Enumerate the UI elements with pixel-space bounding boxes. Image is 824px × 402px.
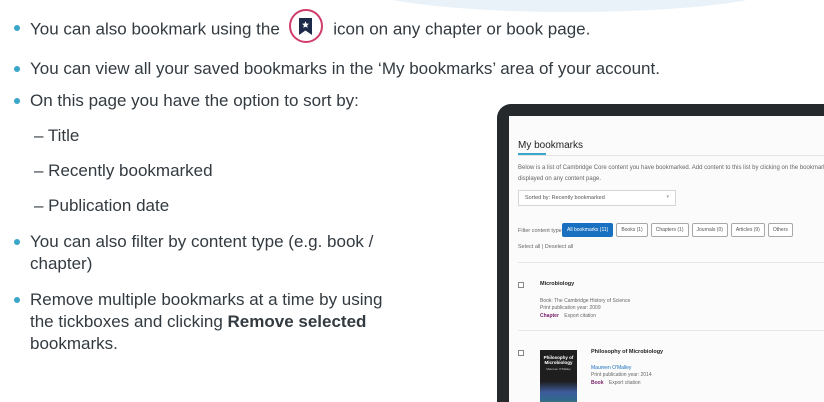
bullet-text: You can view all your saved bookmarks in… bbox=[30, 59, 660, 78]
page-description: Below is a list of Cambridge Core conten… bbox=[518, 165, 824, 182]
filter-chip-journals[interactable]: Journals (0) bbox=[691, 223, 728, 237]
filter-chip-books[interactable]: Books (1) bbox=[616, 223, 648, 237]
bullet-dot bbox=[14, 239, 20, 245]
title-divider bbox=[518, 155, 824, 156]
filter-text: You can also filter by content type (e.g… bbox=[30, 232, 374, 273]
sort-select[interactable]: Sorted by: Recently bookmarked ▾ bbox=[518, 190, 676, 206]
sort-intro: On this page you have the option to sort… bbox=[30, 91, 359, 110]
bullet-dot bbox=[14, 98, 20, 104]
bullet-dot bbox=[14, 297, 20, 303]
list-divider bbox=[518, 330, 824, 331]
item-meta: Chapter Export citation bbox=[540, 313, 596, 319]
bullet-bookmark-icon: You can also bookmark using the icon on … bbox=[14, 9, 591, 43]
bookmarks-screenshot: My bookmarks Below is a list of Cambridg… bbox=[509, 116, 824, 402]
item-book-line: Book: The Cambridge History of Science bbox=[540, 298, 631, 304]
item-year: Print publication year: 2014 bbox=[591, 372, 652, 378]
sort-option-date: – Publication date bbox=[34, 196, 170, 215]
instructions-column: On this page you have the option to sort… bbox=[14, 90, 394, 355]
export-citation-link[interactable]: Export citation bbox=[564, 313, 596, 319]
cover-title: Philosophy of Microbiology bbox=[543, 355, 574, 365]
page-title: My bookmarks bbox=[518, 140, 584, 151]
bullet-text-after: icon on any chapter or book page. bbox=[333, 19, 591, 39]
filter-chip-all[interactable]: All bookmarks (11) bbox=[562, 223, 614, 237]
remove-text-after: bookmarks. bbox=[30, 334, 118, 353]
item-author[interactable]: Maureen O'Malley bbox=[591, 365, 631, 372]
item-checkbox[interactable] bbox=[518, 282, 524, 288]
list-divider bbox=[518, 262, 824, 263]
export-citation-link[interactable]: Export citation bbox=[609, 380, 641, 386]
bullet-my-bookmarks: You can view all your saved bookmarks in… bbox=[14, 58, 660, 80]
sort-select-value: Sorted by: Recently bookmarked bbox=[525, 195, 605, 201]
item-year: Print publication year: 2009 bbox=[540, 305, 601, 311]
decorative-arc bbox=[360, 0, 780, 12]
filter-label: Filter content type: bbox=[518, 228, 564, 234]
sort-option-recent: – Recently bookmarked bbox=[34, 161, 213, 180]
bullet-text-before: You can also bookmark using the bbox=[30, 19, 280, 39]
chevron-down-icon: ▾ bbox=[666, 194, 669, 200]
item-title[interactable]: Philosophy of Microbiology bbox=[591, 349, 663, 355]
laptop-frame: My bookmarks Below is a list of Cambridg… bbox=[497, 104, 824, 402]
item-type: Book bbox=[591, 380, 604, 386]
item-meta: Book Export citation bbox=[591, 380, 641, 386]
remove-selected-label: Remove selected bbox=[227, 312, 367, 331]
item-title[interactable]: Microbiology bbox=[540, 281, 574, 287]
filter-chip-articles[interactable]: Articles (9) bbox=[730, 223, 765, 237]
bullet-dot bbox=[14, 66, 20, 72]
cover-author: Maureen O'Malley bbox=[546, 367, 571, 371]
filter-chip-chapters[interactable]: Chapters (1) bbox=[650, 223, 689, 237]
bookmark-star-icon bbox=[288, 9, 323, 43]
filter-chips: All bookmarks (11) Books (1) Chapters (1… bbox=[562, 223, 793, 237]
sort-option-title: – Title bbox=[34, 126, 80, 145]
filter-chip-others[interactable]: Others bbox=[767, 223, 793, 237]
item-checkbox[interactable] bbox=[518, 350, 524, 356]
select-links[interactable]: Select all | Deselect all bbox=[518, 244, 573, 250]
title-underline bbox=[518, 153, 546, 155]
book-cover-image: Philosophy of Microbiology Maureen O'Mal… bbox=[540, 350, 577, 402]
item-type: Chapter bbox=[540, 313, 559, 319]
bullet-dot bbox=[14, 25, 20, 31]
remove-text: Remove multiple bookmarks at a time by u… bbox=[30, 289, 394, 355]
